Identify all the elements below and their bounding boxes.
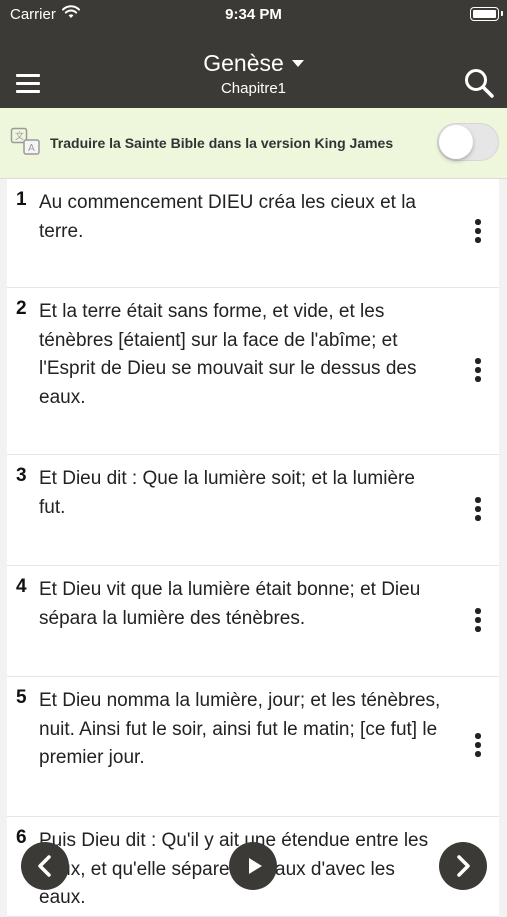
verse-text: Et la terre était sans forme, et vide, e…: [39, 301, 417, 408]
battery-icon: [470, 7, 499, 21]
verse-item: 5 Et Dieu nomma la lumière, jour; et les…: [7, 677, 499, 817]
verse-item: 2 Et la terre était sans forme, et vide,…: [7, 288, 499, 455]
title-area: Genèse Chapitre1: [0, 50, 507, 97]
translate-icon: 文 A: [10, 127, 40, 155]
verse-more-button[interactable]: [472, 358, 484, 386]
search-button[interactable]: [463, 67, 495, 99]
play-button[interactable]: [229, 842, 277, 890]
verse-number: 1: [16, 189, 27, 210]
verse-text: Au commencement DIEU créa les cieux et l…: [39, 192, 416, 242]
verse-number: 4: [16, 576, 27, 597]
previous-chapter-button[interactable]: [21, 842, 69, 890]
battery-tip: [501, 11, 503, 16]
translate-bar: 文 A Traduire la Sainte Bible dans la ver…: [0, 108, 507, 179]
search-icon: [465, 69, 494, 98]
svg-text:A: A: [28, 143, 35, 154]
verse-more-button[interactable]: [472, 608, 484, 636]
verse-more-button[interactable]: [472, 219, 484, 247]
verse-number: 2: [16, 298, 27, 319]
verse-list: 1 Au commencement DIEU créa les cieux et…: [7, 179, 499, 917]
verse-number: 5: [16, 687, 27, 708]
verse-item: 3 Et Dieu dit : Que la lumière soit; et …: [7, 455, 499, 566]
verse-number: 3: [16, 465, 27, 486]
book-selector[interactable]: Genèse: [203, 50, 304, 77]
next-chapter-button[interactable]: [439, 842, 487, 890]
verse-item: 1 Au commencement DIEU créa les cieux et…: [7, 179, 499, 288]
translate-label: Traduire la Sainte Bible dans la version…: [50, 135, 394, 151]
verse-more-button[interactable]: [472, 497, 484, 525]
verse-text: Et Dieu dit : Que la lumière soit; et la…: [39, 468, 415, 518]
toggle-knob: [439, 125, 473, 159]
play-icon: [249, 858, 262, 874]
caret-down-icon: [291, 60, 304, 67]
chapter-label: Chapitre1: [220, 80, 287, 97]
chevron-left-icon: [38, 855, 51, 877]
book-title: Genèse: [203, 50, 284, 76]
chevron-right-icon: [457, 855, 470, 877]
status-bar: Carrier 9:34 PM: [0, 0, 507, 28]
verse-text: Et Dieu nomma la lumière, jour; et les t…: [39, 690, 441, 768]
verse-more-button[interactable]: [472, 733, 484, 761]
verse-item: 4 Et Dieu vit que la lumière était bonne…: [7, 566, 499, 677]
svg-text:文: 文: [15, 130, 24, 142]
verse-text: Et Dieu vit que la lumière était bonne; …: [39, 579, 421, 629]
translate-toggle[interactable]: [437, 123, 499, 161]
clock: 9:34 PM: [225, 6, 282, 23]
app-header: Carrier 9:34 PM Genèse Chapitre1: [0, 0, 507, 108]
